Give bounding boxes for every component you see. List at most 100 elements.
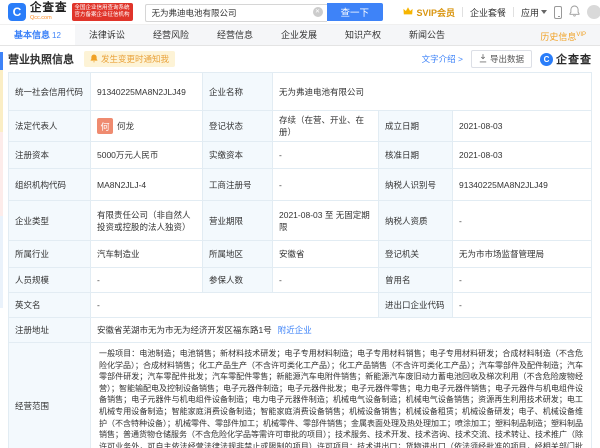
chevron-down-icon xyxy=(541,10,547,14)
field-value: 5000万元人民币 xyxy=(91,142,203,169)
field-label: 登记状态 xyxy=(203,111,273,142)
field-value: - xyxy=(453,293,592,318)
field-value: 无为市市场监督管理局 xyxy=(453,241,592,268)
field-label: 成立日期 xyxy=(379,111,453,142)
clear-search-icon[interactable]: ✕ xyxy=(313,7,323,17)
qcc-logo[interactable]: C 企查查 Qcc.com 全国企业信用查询系统 官方备案企业征信机构 xyxy=(8,3,133,21)
field-value: 91340225MA8N2JLJ49 xyxy=(453,169,592,201)
search-bar: ✕ 查一下 xyxy=(145,3,384,22)
field-label: 经营范围 xyxy=(9,343,91,448)
field-label: 统一社会信用代码 xyxy=(9,73,91,111)
tab-news-announcement[interactable]: 新闻公告 xyxy=(395,25,459,45)
search-button[interactable]: 查一下 xyxy=(327,3,384,21)
field-label: 所属行业 xyxy=(9,241,91,268)
field-value: 安徽省芜湖市无为市无为经济开发区福东路1号附近企业 xyxy=(91,318,592,343)
tab-company-development[interactable]: 企业发展 xyxy=(267,25,331,45)
text-intro-link[interactable]: 文字介绍 > xyxy=(422,53,463,65)
qcc-logo-icon: C xyxy=(8,3,26,21)
field-label: 所属地区 xyxy=(203,241,273,268)
business-license-section-header: 营业执照信息 发生变更时通知我 文字介绍 > 导出数据 C 企查查 xyxy=(0,46,600,72)
table-row: 法定代表人 何 何龙 登记状态 存续（在营、开业、在册） 成立日期 2021-0… xyxy=(9,111,592,142)
official-badge: 全国企业信用查询系统 官方备案企业征信机构 xyxy=(72,3,133,21)
field-value: 汽车制造业 xyxy=(91,241,203,268)
tab-history-info[interactable]: 历史信息VIP xyxy=(526,25,600,45)
nearby-companies-link[interactable]: 附近企业 xyxy=(278,325,312,335)
legal-rep-name-link[interactable]: 何龙 xyxy=(117,120,134,132)
field-value: - xyxy=(273,268,379,293)
company-tab-bar: 基本信息12 法律诉讼 经营风险 经营信息 企业发展 知识产权 新闻公告 历史信… xyxy=(0,24,600,46)
field-label: 登记机关 xyxy=(379,241,453,268)
field-label: 人员规模 xyxy=(9,268,91,293)
field-value: 有限责任公司（非自然人投资或控股的法人独资） xyxy=(91,201,203,241)
field-label: 实缴资本 xyxy=(203,142,273,169)
tab-legal-litigation[interactable]: 法律诉讼 xyxy=(75,25,139,45)
tab-intellectual-property[interactable]: 知识产权 xyxy=(331,25,395,45)
field-label: 核准日期 xyxy=(379,142,453,169)
field-label: 企业类型 xyxy=(9,201,91,241)
field-label: 工商注册号 xyxy=(203,169,273,201)
field-value: 91340225MA8N2JLJ49 xyxy=(91,73,203,111)
bell-icon xyxy=(90,54,98,65)
tab-operation-risk[interactable]: 经营风险 xyxy=(139,25,203,45)
svip-link[interactable]: SVIP会员 xyxy=(403,6,455,19)
qcc-watermark-icon: C xyxy=(540,53,553,66)
table-row: 注册资本 5000万元人民币 实缴资本 - 核准日期 2021-08-03 xyxy=(9,142,592,169)
tab-basic-info[interactable]: 基本信息12 xyxy=(0,25,75,45)
field-value: - xyxy=(453,268,592,293)
table-row: 统一社会信用代码 91340225MA8N2JLJ49 企业名称 无为弗迪电池有… xyxy=(9,73,592,111)
field-label: 注册资本 xyxy=(9,142,91,169)
field-value: 安徽省 xyxy=(273,241,379,268)
field-value: 存续（在营、开业、在册） xyxy=(273,111,379,142)
business-license-table: 统一社会信用代码 91340225MA8N2JLJ49 企业名称 无为弗迪电池有… xyxy=(8,72,592,448)
search-input[interactable] xyxy=(145,4,327,22)
table-row: 注册地址 安徽省芜湖市无为市无为经济开发区福东路1号附近企业 xyxy=(9,318,592,343)
table-row: 企业类型 有限责任公司（非自然人投资或控股的法人独资） 营业期限 2021-08… xyxy=(9,201,592,241)
avatar[interactable] xyxy=(587,5,600,19)
field-label: 企业名称 xyxy=(203,73,273,111)
section-title: 营业执照信息 xyxy=(8,51,74,67)
bell-icon[interactable] xyxy=(569,5,580,19)
export-data-button[interactable]: 导出数据 xyxy=(471,50,532,68)
vip-badge: VIP xyxy=(576,32,586,38)
field-value: 无为弗迪电池有限公司 xyxy=(273,73,592,111)
field-label: 注册地址 xyxy=(9,318,91,343)
mobile-app-icon[interactable] xyxy=(554,6,562,19)
edge-strip-yellow xyxy=(0,70,3,132)
divider xyxy=(513,7,514,17)
table-row: 组织机构代码 MA8N2JLJ-4 工商注册号 - 纳税人识别号 9134022… xyxy=(9,169,592,201)
field-value: MA8N2JLJ-4 xyxy=(91,169,203,201)
apps-menu[interactable]: 应用 xyxy=(521,6,547,19)
edge-strip-lightblue xyxy=(0,216,3,308)
brand-name: 企查查 xyxy=(30,3,68,15)
qcc-watermark: C 企查查 xyxy=(540,51,592,67)
table-row: 英文名 - 进出口企业代码 - xyxy=(9,293,592,318)
table-row: 经营范围 一般项目：电池制造；电池销售；新材料技术研发；电子专用材料制造；电子专… xyxy=(9,343,592,448)
enterprise-package-link[interactable]: 企业套餐 xyxy=(470,6,506,19)
field-label: 英文名 xyxy=(9,293,91,318)
field-label: 法定代表人 xyxy=(9,111,91,142)
crown-icon xyxy=(403,7,413,17)
field-value: - xyxy=(91,268,203,293)
divider xyxy=(462,7,463,17)
brand-domain: Qcc.com xyxy=(30,16,68,22)
notify-on-change-button[interactable]: 发生变更时通知我 xyxy=(84,51,175,67)
business-scope-value: 一般项目：电池制造；电池销售；新材料技术研发；电子专用材料制造；电子专用材料销售… xyxy=(91,343,592,448)
field-value: - xyxy=(91,293,379,318)
legal-rep-avatar: 何 xyxy=(97,118,113,134)
field-label: 纳税人识别号 xyxy=(379,169,453,201)
download-icon xyxy=(479,54,487,65)
field-value: 2021-08-03 xyxy=(453,142,592,169)
field-value: 何 何龙 xyxy=(91,111,203,142)
field-label: 组织机构代码 xyxy=(9,169,91,201)
header-right-nav: SVIP会员 企业套餐 应用 xyxy=(403,5,594,19)
field-label: 进出口企业代码 xyxy=(379,293,453,318)
field-value: - xyxy=(273,142,379,169)
edge-strip-blue xyxy=(0,52,3,70)
top-header: C 企查查 Qcc.com 全国企业信用查询系统 官方备案企业征信机构 ✕ 查一… xyxy=(0,0,600,24)
edge-strip-pink xyxy=(0,132,3,216)
tab-operation-info[interactable]: 经营信息 xyxy=(203,25,267,45)
field-label: 纳税人资质 xyxy=(379,201,453,241)
field-value: 2021-08-03 至 无固定期限 xyxy=(273,201,379,241)
field-value: - xyxy=(273,169,379,201)
field-label: 曾用名 xyxy=(379,268,453,293)
